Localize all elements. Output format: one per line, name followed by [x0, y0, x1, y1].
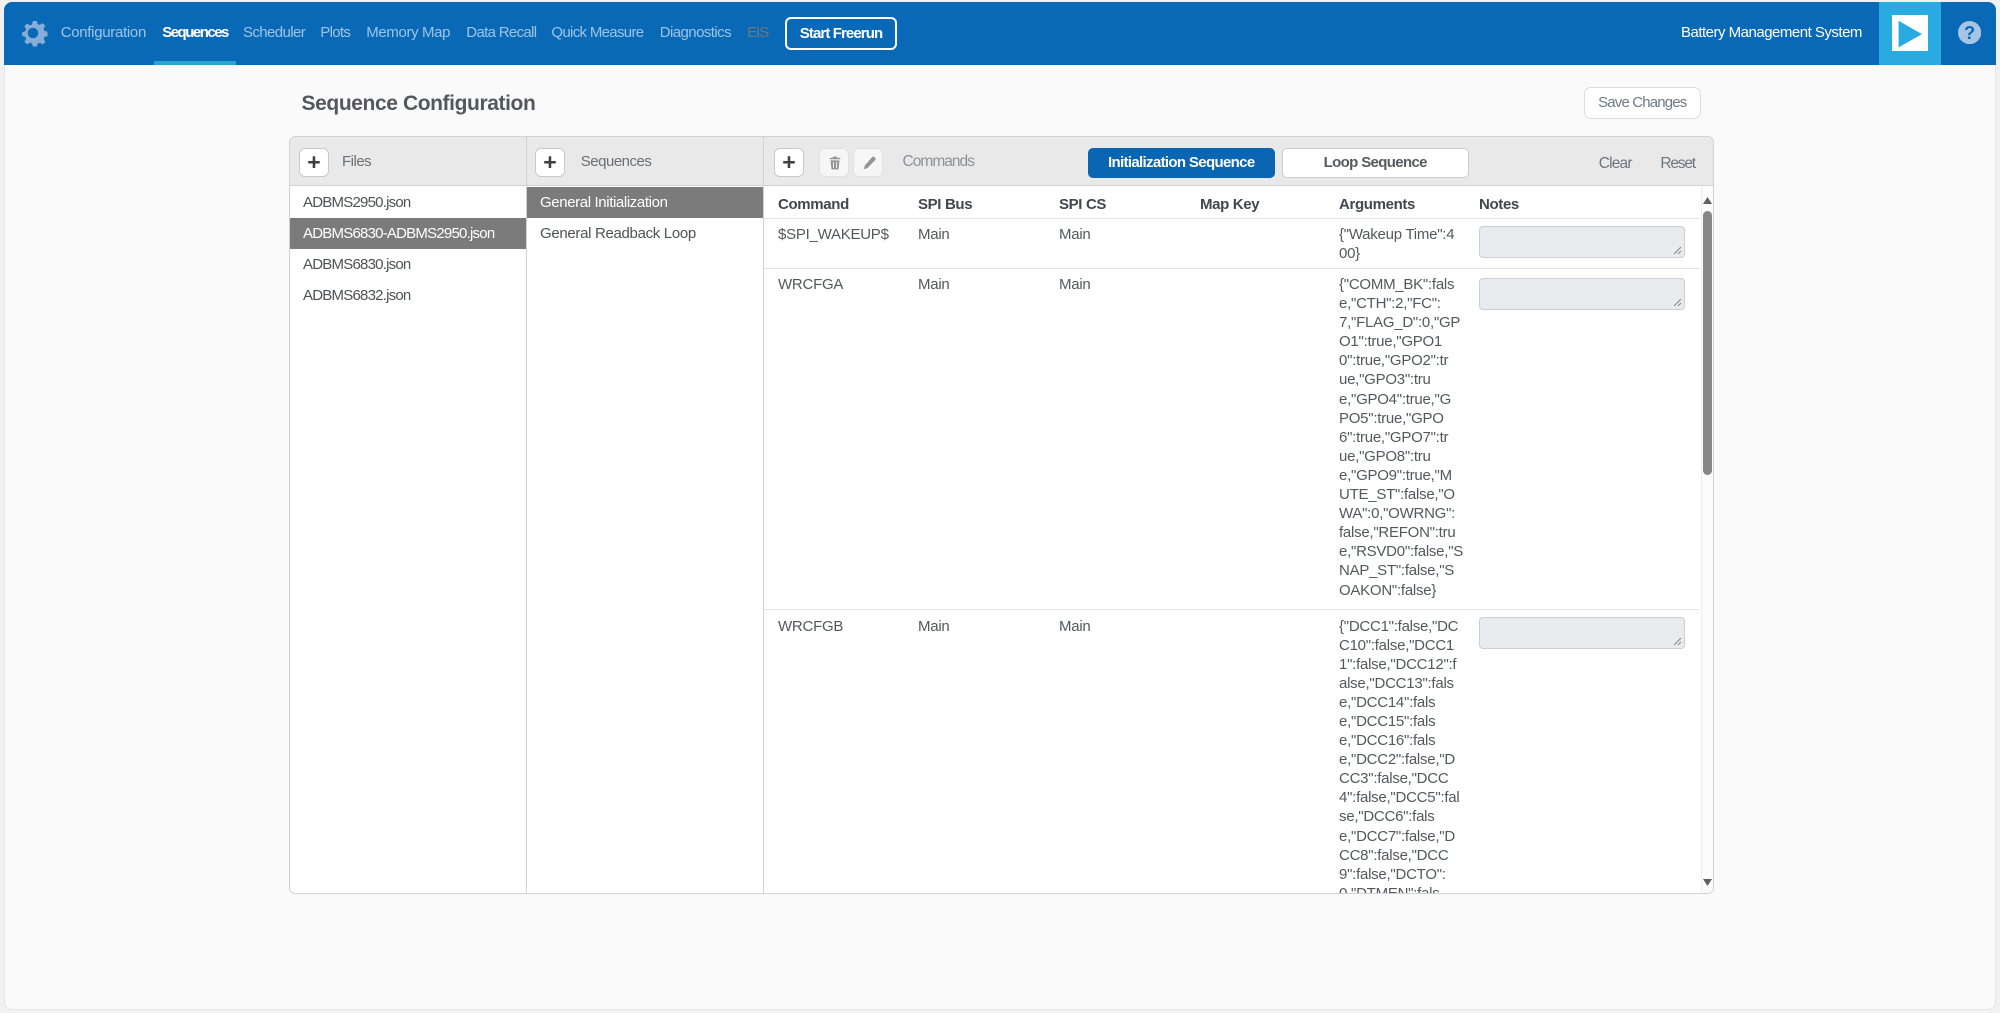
svg-text:?: ?: [1964, 22, 1975, 43]
